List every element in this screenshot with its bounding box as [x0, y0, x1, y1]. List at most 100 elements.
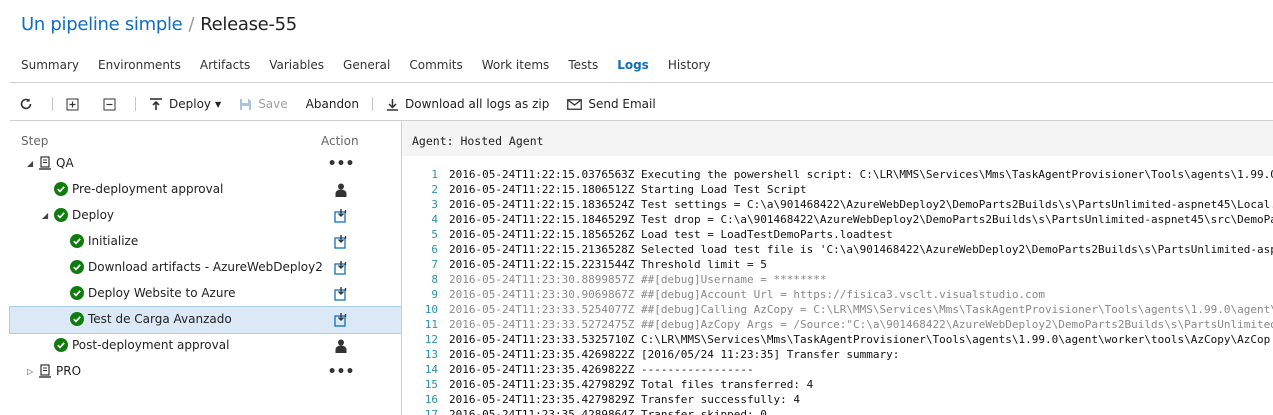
tree-item-download-artifacts[interactable]: Download artifacts - AzureWebDeploy2	[10, 255, 401, 281]
toolbar-separator	[52, 97, 53, 111]
success-icon	[70, 286, 84, 300]
deploy-icon	[149, 97, 163, 111]
log-line-number: 16	[424, 393, 438, 406]
tab-general[interactable]: General	[343, 58, 390, 82]
steps-tree: ◢ QA ••• Pre-deployment approval ◢ Deplo…	[9, 151, 402, 385]
tab-environments[interactable]: Environments	[98, 58, 181, 82]
log-line-text: 2016-05-24T11:23:33.5325710Z C:\LR\MMS\S…	[449, 333, 1271, 346]
download-log-icon[interactable]	[332, 208, 350, 224]
log-line: 3 2016-05-24T11:22:15.1836524Z Test setti…	[402, 197, 1273, 212]
abandon-label: Abandon	[305, 97, 360, 111]
tree-item-label: Download artifacts - AzureWebDeploy2	[88, 260, 323, 274]
log-line-text: 2016-05-24T11:22:15.2136528Z Selected lo…	[449, 243, 1273, 256]
success-icon	[70, 312, 84, 326]
refresh-icon	[19, 97, 33, 111]
tab-work-items[interactable]: Work items	[482, 58, 550, 82]
log-viewer[interactable]: 1 2016-05-24T11:22:15.0376563Z Executing …	[402, 156, 1273, 415]
collapse-all-icon	[103, 98, 116, 111]
send-email-label: Send Email	[588, 97, 656, 111]
log-line-text: 2016-05-24T11:22:15.2231544Z Threshold l…	[449, 258, 767, 271]
success-icon	[54, 208, 68, 222]
breadcrumb: Un pipeline simple / Release-55	[21, 14, 297, 35]
tree-item-label: Test de Carga Avanzado	[88, 312, 232, 326]
server-icon	[39, 156, 51, 170]
expand-all-button[interactable]	[57, 90, 94, 118]
email-icon	[567, 98, 583, 110]
expand-triangle-icon[interactable]: ◢	[27, 160, 35, 168]
log-line-number: 2	[431, 183, 438, 196]
log-line-number: 4	[431, 213, 438, 226]
log-line-number: 14	[424, 363, 438, 376]
breadcrumb-separator: /	[188, 14, 195, 35]
toolbar-separator	[372, 97, 374, 111]
download-log-icon[interactable]	[332, 312, 350, 328]
log-line-number: 3	[431, 198, 438, 211]
refresh-button[interactable]	[10, 90, 48, 118]
download-logs-button[interactable]: Download all logs as zip	[377, 90, 558, 118]
pipeline-link[interactable]: Un pipeline simple	[21, 14, 183, 35]
deploy-button[interactable]: Deploy ▼	[140, 90, 230, 118]
log-line: 16 2016-05-24T11:23:35.4279829Z Transfer …	[402, 392, 1273, 407]
log-lines: 1 2016-05-24T11:22:15.0376563Z Executing …	[402, 167, 1273, 415]
tab-variables[interactable]: Variables	[269, 58, 324, 82]
download-log-icon[interactable]	[332, 286, 350, 302]
save-button[interactable]: Save	[230, 90, 296, 118]
log-line-number: 5	[431, 228, 438, 241]
log-line-text: 2016-05-24T11:23:35.4279829Z Total files…	[449, 378, 814, 391]
tree-item-label: Post-deployment approval	[72, 338, 230, 352]
tree-item-post-deployment-approval[interactable]: Post-deployment approval	[10, 333, 401, 359]
save-label: Save	[258, 97, 288, 111]
log-line-text: 2016-05-24T11:23:33.5254077Z ##[debug]Ca…	[449, 303, 1273, 316]
log-line-number: 1	[431, 168, 438, 181]
collapse-all-button[interactable]	[94, 90, 131, 118]
tree-item-pre-deployment-approval[interactable]: Pre-deployment approval	[10, 177, 401, 203]
log-line-number: 15	[424, 378, 438, 391]
download-logs-label: Download all logs as zip	[405, 97, 550, 111]
expand-triangle-icon[interactable]: ◢	[42, 212, 50, 220]
abandon-button[interactable]: Abandon	[297, 90, 368, 118]
tree-item-label: PRO	[56, 364, 82, 378]
approver-icon[interactable]	[332, 338, 350, 354]
tree-item-deploy-website[interactable]: Deploy Website to Azure	[10, 281, 401, 307]
toolbar-separator	[135, 97, 136, 111]
more-actions-icon[interactable]: •••	[328, 364, 355, 380]
tab-logs[interactable]: Logs	[617, 58, 649, 82]
tree-item-pro[interactable]: ▷ PRO •••	[10, 359, 401, 385]
log-line: 2 2016-05-24T11:22:15.1806512Z Starting L…	[402, 182, 1273, 197]
log-line-text: 2016-05-24T11:23:30.8899857Z ##[debug]Us…	[449, 273, 827, 286]
tree-item-label: Deploy Website to Azure	[88, 286, 236, 300]
log-line: 14 2016-05-24T11:23:35.4269822Z ---------…	[402, 362, 1273, 377]
tree-item-test-de-carga[interactable]: Test de Carga Avanzado	[9, 306, 402, 334]
log-line: 1 2016-05-24T11:22:15.0376563Z Executing …	[402, 167, 1273, 182]
log-line: 6 2016-05-24T11:22:15.2136528Z Selected l…	[402, 242, 1273, 257]
log-line-number: 13	[424, 348, 438, 361]
download-log-icon[interactable]	[332, 260, 350, 276]
log-line-number: 12	[424, 333, 438, 346]
release-title: Release-55	[200, 14, 297, 35]
tree-item-qa[interactable]: ◢ QA •••	[10, 151, 401, 177]
collapsed-triangle-icon[interactable]: ▷	[27, 368, 35, 376]
download-log-icon[interactable]	[332, 234, 350, 250]
tree-item-initialize[interactable]: Initialize	[10, 229, 401, 255]
tab-tests[interactable]: Tests	[568, 58, 598, 82]
log-line: 5 2016-05-24T11:22:15.1856526Z Load test …	[402, 227, 1273, 242]
log-line-text: 2016-05-24T11:23:35.4279829Z Transfer su…	[449, 393, 800, 406]
tree-item-label: Deploy	[72, 208, 115, 222]
approver-icon[interactable]	[332, 182, 350, 198]
log-line-number: 17	[424, 408, 438, 415]
log-line-text: 2016-05-24T11:23:33.5272475Z ##[debug]Az…	[449, 318, 1273, 331]
tab-history[interactable]: History	[668, 58, 711, 82]
log-line: 13 2016-05-24T11:23:35.4269822Z [2016/05/…	[402, 347, 1273, 362]
log-line-number: 11	[424, 318, 438, 331]
download-icon	[386, 98, 399, 111]
toolbar: Deploy ▼ Save Abandon Download all logs …	[10, 90, 1273, 118]
tab-summary[interactable]: Summary	[21, 58, 79, 82]
tree-item-deploy[interactable]: ◢ Deploy	[10, 203, 401, 229]
log-line-text: 2016-05-24T11:22:15.1806512Z Starting Lo…	[449, 183, 807, 196]
tab-commits[interactable]: Commits	[409, 58, 462, 82]
log-line: 8 2016-05-24T11:23:30.8899857Z ##[debug]U…	[402, 272, 1273, 287]
send-email-button[interactable]: Send Email	[558, 90, 664, 118]
more-actions-icon[interactable]: •••	[328, 156, 355, 172]
steps-panel: Step Action ◢ QA ••• Pre-deployment appr…	[9, 121, 402, 415]
tab-artifacts[interactable]: Artifacts	[200, 58, 250, 82]
